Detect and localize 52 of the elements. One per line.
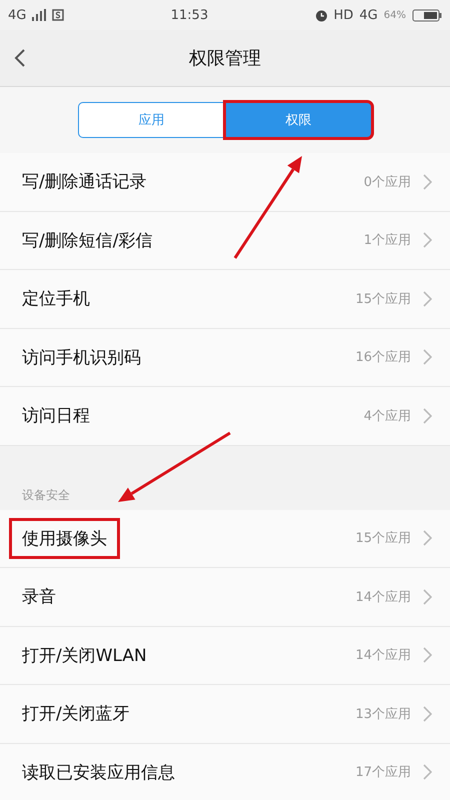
back-icon[interactable] xyxy=(14,48,26,68)
chevron-icon xyxy=(423,408,432,424)
permission-label: 访问手机识别码 xyxy=(22,346,142,369)
permission-label: 录音 xyxy=(22,586,57,608)
permission-row[interactable]: 使用摄像头 15个应用 xyxy=(0,510,450,568)
permission-row[interactable]: 读取已安装应用信息 17个应用 xyxy=(0,744,450,800)
network-label: 4G xyxy=(8,8,26,22)
network-label: 4G xyxy=(359,8,378,22)
chevron-icon xyxy=(423,349,432,366)
permission-label: 写/删除短信/彩信 xyxy=(22,230,154,252)
battery-icon xyxy=(412,8,442,22)
permission-row[interactable]: 访问日程 4个应用 xyxy=(0,387,450,446)
notification-icon xyxy=(52,9,64,21)
permission-label: 定位手机 xyxy=(22,288,91,310)
permission-label: 写/删除通话记录 xyxy=(22,171,148,194)
hd-label: HD xyxy=(334,8,354,22)
chevron-icon xyxy=(423,530,432,546)
app-count: 14个应用 xyxy=(355,647,411,664)
signal-icon xyxy=(32,9,46,21)
permission-row[interactable]: 写/删除短信/彩信 1个应用 xyxy=(0,212,450,270)
alarm-icon xyxy=(314,8,328,22)
chevron-icon xyxy=(423,588,432,605)
permission-row[interactable]: 写/删除通话记录 0个应用 xyxy=(0,153,450,212)
chevron-icon xyxy=(423,764,432,780)
permission-row[interactable]: 访问手机识别码 16个应用 xyxy=(0,328,450,387)
app-count: 0个应用 xyxy=(364,174,411,191)
app-count: 14个应用 xyxy=(355,588,411,606)
permission-row[interactable]: 打开/关闭蓝牙 13个应用 xyxy=(0,685,450,744)
app-count: 1个应用 xyxy=(364,232,411,250)
status-time: 11:53 xyxy=(170,8,208,22)
permission-label: 读取已安装应用信息 xyxy=(22,762,176,784)
permission-label: 打开/关闭WLAN xyxy=(22,644,148,667)
app-count: 17个应用 xyxy=(355,764,411,782)
chevron-icon xyxy=(423,706,432,722)
app-count: 15个应用 xyxy=(355,290,411,308)
permission-label: 使用摄像头 xyxy=(9,518,120,559)
chevron-icon xyxy=(423,290,432,307)
app-count: 13个应用 xyxy=(355,706,411,723)
battery-label: 64% xyxy=(384,10,406,20)
chevron-icon xyxy=(423,647,432,664)
app-count: 16个应用 xyxy=(355,349,411,366)
permission-label: 访问日程 xyxy=(22,405,91,428)
chevron-icon xyxy=(423,174,432,190)
page-title: 权限管理 xyxy=(189,47,261,70)
permission-row[interactable]: 录音 14个应用 xyxy=(0,568,450,626)
app-count: 4个应用 xyxy=(364,408,411,425)
section-title: 设备安全 xyxy=(22,486,70,504)
chevron-icon xyxy=(423,232,432,248)
app-count: 15个应用 xyxy=(355,530,411,548)
permission-row[interactable]: 打开/关闭WLAN 14个应用 xyxy=(0,626,450,685)
permission-label: 打开/关闭蓝牙 xyxy=(22,703,131,726)
permission-row[interactable]: 定位手机 15个应用 xyxy=(0,270,450,328)
